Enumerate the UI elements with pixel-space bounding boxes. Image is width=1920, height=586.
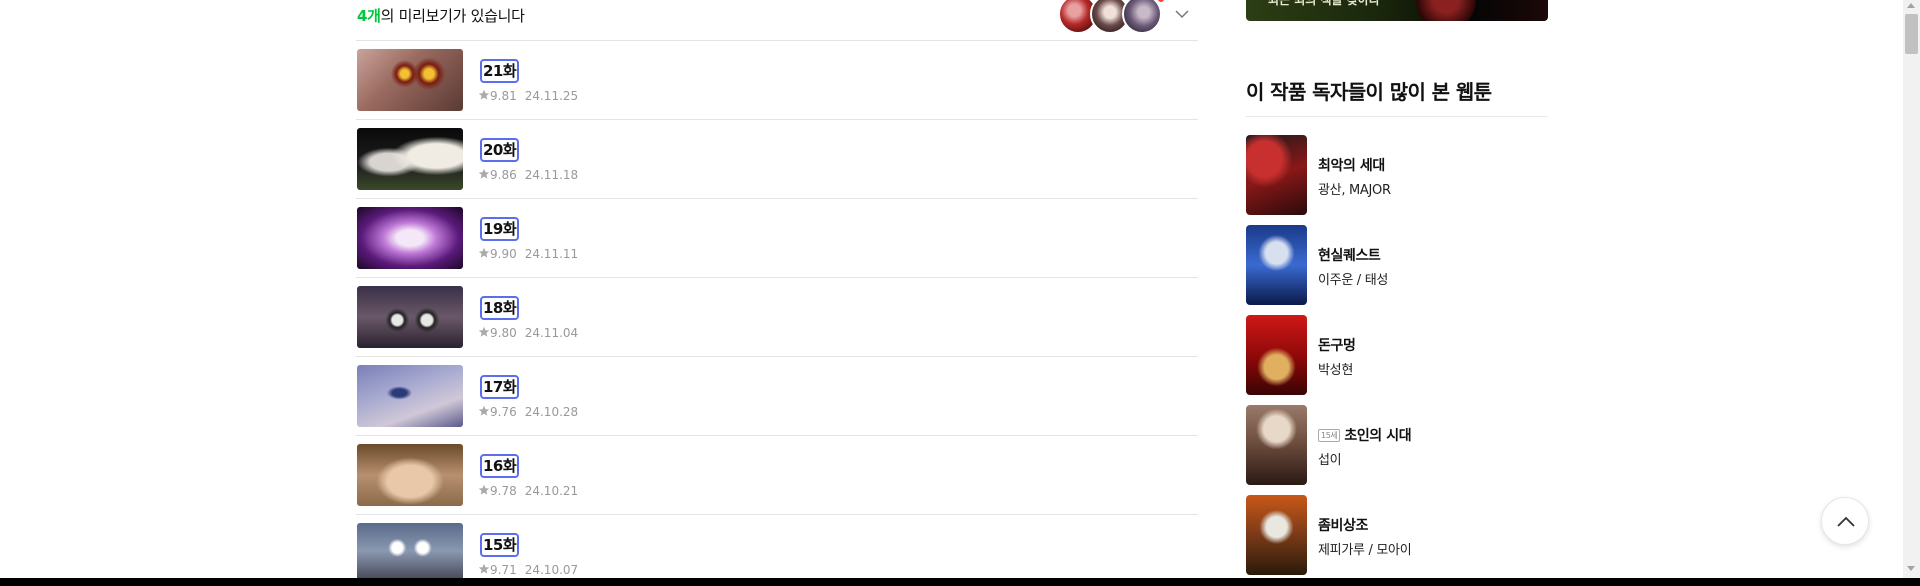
arrow-up-icon — [1837, 516, 1855, 527]
webtoon-cover — [1246, 135, 1307, 215]
promo-banner[interactable]: 최근 최의 책을 찾아라 — [1246, 0, 1548, 21]
divider — [1246, 116, 1548, 117]
episode-date: 24.11.11 — [524, 247, 579, 261]
episode-rating: 9.71 — [490, 563, 517, 577]
webtoon-title[interactable]: 최악의 세대 — [1318, 155, 1385, 175]
episode-meta: 9.90 24.11.11 — [478, 247, 578, 261]
episode-thumbnail — [357, 286, 463, 348]
episode-row[interactable]: 15화 9.71 24.10.07 — [356, 515, 1198, 586]
episode-row[interactable]: 21화 9.81 24.11.25 — [356, 41, 1198, 120]
promo-text: 최근 최의 책을 찾아라 — [1268, 0, 1380, 7]
episode-meta: 9.76 24.10.28 — [478, 405, 578, 419]
episode-rating: 9.78 — [490, 484, 517, 498]
webtoon-title[interactable]: 좀비상조 — [1318, 515, 1368, 535]
preview-notice: 4개의 미리보기가 있습니다 — [357, 5, 525, 26]
webtoon-cover — [1246, 405, 1307, 485]
episode-date: 24.10.07 — [524, 563, 579, 577]
webtoon-cover — [1246, 495, 1307, 575]
episode-date: 24.10.21 — [524, 484, 579, 498]
episode-row[interactable]: 16화 9.78 24.10.21 — [356, 436, 1198, 515]
episode-date: 24.10.28 — [524, 405, 579, 419]
episode-meta: 9.81 24.11.25 — [478, 89, 578, 103]
episode-date: 24.11.25 — [524, 89, 579, 103]
webtoon-title[interactable]: 돈구멍 — [1318, 335, 1356, 355]
preview-suffix: 의 미리보기가 있습니다 — [380, 7, 525, 25]
recommendation-item[interactable]: 현실퀘스트 이주운 / 태성 — [1246, 225, 1548, 307]
episode-list: 4개의 미리보기가 있습니다 21화 9.81 24.11.25 20화 9.86… — [356, 0, 1198, 586]
episode-rating: 9.90 — [490, 247, 517, 261]
episode-thumbnail — [357, 128, 463, 190]
recommendation-item[interactable]: 돈구멍 박성현 — [1246, 315, 1548, 397]
recommendation-item[interactable]: 15세 초인의 시대 섭이 — [1246, 405, 1548, 487]
age-rating-badge: 15세 — [1318, 429, 1341, 442]
episode-meta: 9.80 24.11.04 — [478, 326, 578, 340]
episode-thumbnail — [357, 49, 463, 111]
episode-row[interactable]: 20화 9.86 24.11.18 — [356, 120, 1198, 199]
episode-meta: 9.86 24.11.18 — [478, 168, 578, 182]
episode-row[interactable]: 18화 9.80 24.11.04 — [356, 278, 1198, 357]
webtoon-author: 섭이 — [1318, 453, 1342, 468]
webtoon-title[interactable]: 15세 초인의 시대 — [1318, 425, 1412, 445]
scroll-top-button[interactable] — [1821, 497, 1869, 545]
star-icon — [478, 405, 490, 416]
star-icon — [478, 247, 490, 258]
star-icon — [478, 563, 490, 574]
preview-bar[interactable]: 4개의 미리보기가 있습니다 — [356, 0, 1198, 41]
bottom-edge — [0, 578, 1920, 586]
scrollbar[interactable] — [1903, 0, 1920, 578]
webtoon-cover — [1246, 225, 1307, 305]
webtoon-author: 광산, MAJOR — [1318, 183, 1391, 198]
star-icon — [478, 326, 490, 337]
webtoon-cover — [1246, 315, 1307, 395]
episode-title[interactable]: 16화 — [480, 454, 520, 478]
preview-count: 4개 — [357, 7, 381, 25]
webtoon-author: 이주운 / 태성 — [1318, 273, 1389, 288]
episode-row[interactable]: 17화 9.76 24.10.28 — [356, 357, 1198, 436]
episode-rating: 9.86 — [490, 168, 517, 182]
webtoon-episode-page: 4개의 미리보기가 있습니다 21화 9.81 24.11.25 20화 9.86… — [0, 0, 1920, 586]
episode-title[interactable]: 17화 — [480, 375, 520, 399]
webtoon-title-text: 초인의 시대 — [1344, 428, 1412, 444]
preview-avatar — [1122, 0, 1162, 34]
episode-rating: 9.76 — [490, 405, 517, 419]
episode-rating: 9.81 — [490, 89, 517, 103]
episode-rating: 9.80 — [490, 326, 517, 340]
scroll-down-arrow-icon[interactable] — [1907, 566, 1915, 571]
scroll-up-arrow-icon[interactable] — [1907, 3, 1915, 8]
webtoon-title[interactable]: 현실퀘스트 — [1318, 245, 1381, 265]
promo-illustration — [1416, 0, 1476, 21]
episode-thumbnail — [357, 365, 463, 427]
star-icon — [478, 484, 490, 495]
scrollbar-thumb[interactable] — [1905, 14, 1918, 54]
episode-thumbnail — [357, 207, 463, 269]
episode-thumbnail — [357, 523, 463, 585]
episode-meta: 9.78 24.10.21 — [478, 484, 578, 498]
webtoon-author: 제피가루 / 모아이 — [1318, 543, 1412, 558]
episode-title[interactable]: 21화 — [480, 59, 520, 83]
recommendation-heading: 이 작품 독자들이 많이 본 웹툰 — [1246, 80, 1492, 104]
episode-thumbnail — [357, 444, 463, 506]
episode-meta: 9.71 24.10.07 — [478, 563, 578, 577]
chevron-down-icon[interactable] — [1174, 6, 1190, 22]
recommendation-item[interactable]: 최악의 세대 광산, MAJOR — [1246, 135, 1548, 217]
episode-title[interactable]: 18화 — [480, 296, 520, 320]
episode-title[interactable]: 19화 — [480, 217, 520, 241]
recommendation-item[interactable]: 좀비상조 제피가루 / 모아이 — [1246, 495, 1548, 577]
episode-title[interactable]: 20화 — [480, 138, 520, 162]
episode-date: 24.11.04 — [524, 326, 579, 340]
star-icon — [478, 168, 490, 179]
webtoon-author: 박성현 — [1318, 363, 1353, 378]
episode-title[interactable]: 15화 — [480, 533, 520, 557]
episode-date: 24.11.18 — [524, 168, 579, 182]
star-icon — [478, 89, 490, 100]
episode-row[interactable]: 19화 9.90 24.11.11 — [356, 199, 1198, 278]
